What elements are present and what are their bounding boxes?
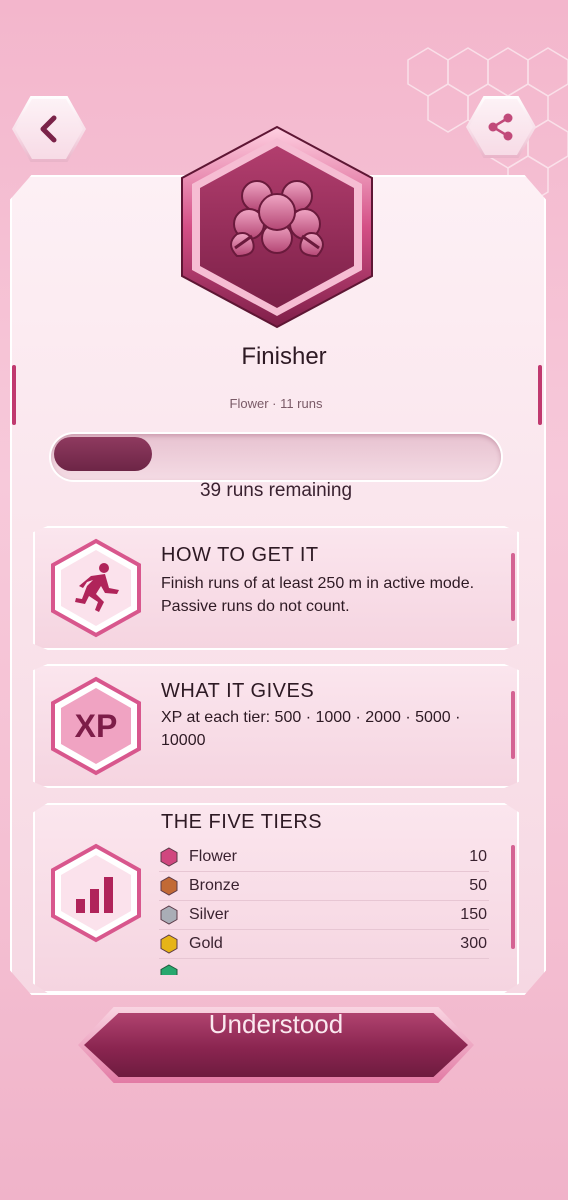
xp-icon: XP (51, 676, 141, 776)
tier-value: 150 (460, 906, 487, 923)
five-tiers-heading: THE FIVE TIERS (161, 811, 323, 833)
flower-emblem-icon (181, 125, 373, 329)
tier-name: Flower (189, 848, 238, 865)
card-edge-accent-left (12, 365, 16, 425)
panel-accent-bar (511, 844, 515, 950)
progress-fill (54, 437, 152, 471)
how-to-get-it-heading: HOW TO GET IT (161, 544, 319, 566)
tier-value: 300 (460, 935, 487, 952)
bronze-gem-icon (160, 876, 178, 896)
silver-gem-icon (160, 905, 178, 925)
understood-button[interactable]: Understood (78, 1007, 474, 1083)
tier-value: 10 (469, 848, 487, 865)
understood-button-label: Understood (208, 1009, 344, 1039)
what-it-gives-panel: XP WHAT IT GIVES XP at each tier: 500 · … (33, 664, 519, 788)
chevron-left-icon (40, 115, 57, 143)
flower-gem-icon (160, 847, 178, 867)
tier-value: 50 (469, 877, 487, 894)
runner-icon (51, 538, 141, 638)
tier-row-gold: Gold 300 (159, 930, 489, 959)
panel-accent-bar (511, 691, 515, 760)
achievement-subtitle: Flower · 11 runs (229, 396, 323, 411)
bar-chart-icon (51, 843, 141, 943)
tier-row-flower: Flower 10 (159, 843, 489, 872)
gold-gem-icon (160, 934, 178, 954)
five-tiers-panel: THE FIVE TIERS Flower 10 Bronze 50 Silve… (33, 803, 519, 993)
what-it-gives-heading: WHAT IT GIVES (161, 680, 315, 702)
xp-icon-label: XP (75, 708, 118, 744)
tier-list: Flower 10 Bronze 50 Silver 150 Gold 300 (159, 843, 489, 975)
panel-accent-bar (511, 553, 515, 622)
tier-name: Bronze (189, 877, 240, 894)
tier-row-silver: Silver 150 (159, 901, 489, 930)
how-to-get-it-text: Finish runs of at least 250 m in active … (161, 575, 475, 615)
tier-row-bronze: Bronze 50 (159, 872, 489, 901)
card-edge-accent-right (538, 365, 542, 425)
what-it-gives-text: XP at each tier: 500 · 1000 · 2000 · 500… (161, 709, 461, 749)
emerald-gem-icon (160, 963, 178, 975)
achievement-title: Finisher (241, 343, 327, 370)
tier-name: Silver (189, 906, 230, 923)
how-to-get-it-panel: HOW TO GET IT Finish runs of at least 25… (33, 526, 519, 650)
runs-remaining: 39 runs remaining (199, 480, 353, 501)
back-button[interactable] (12, 96, 86, 162)
progress-bar (51, 434, 501, 480)
share-icon (488, 113, 513, 141)
tier-name: Gold (189, 935, 223, 952)
tier-row-partial (159, 959, 489, 975)
